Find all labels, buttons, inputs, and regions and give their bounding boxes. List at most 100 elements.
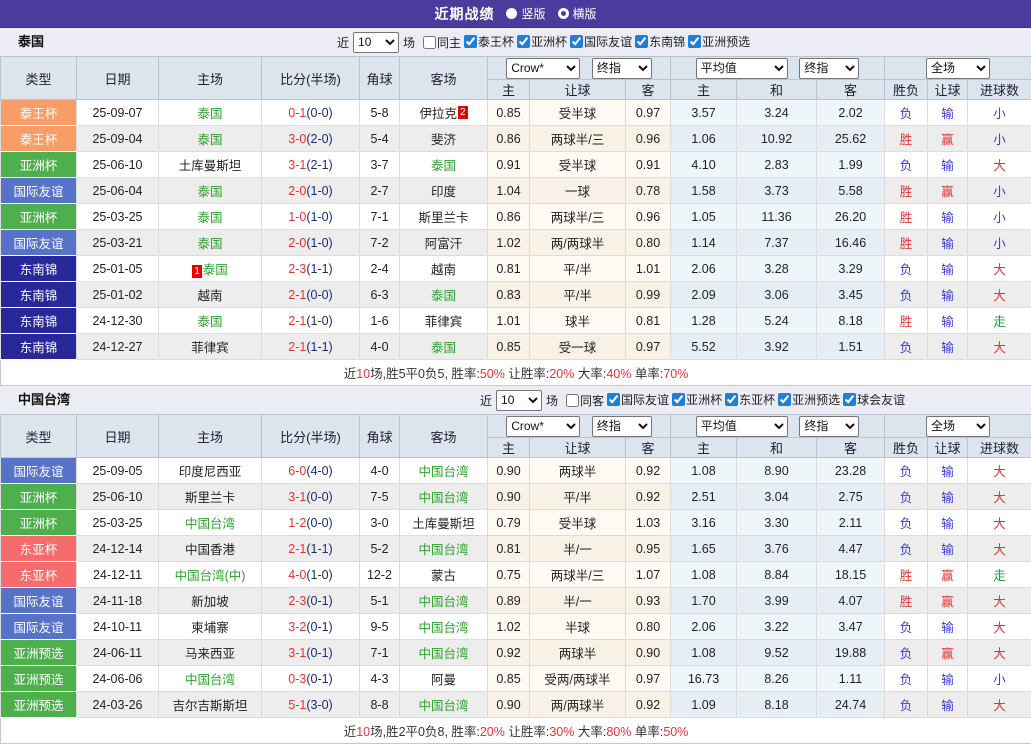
away-team: 泰国: [400, 152, 488, 178]
league-checkbox[interactable]: [843, 393, 856, 406]
league-checkbox[interactable]: [778, 393, 791, 406]
corner-cell: 7-1: [360, 204, 400, 230]
league-checkbox[interactable]: [688, 35, 701, 48]
odds-home-cell: 0.90: [488, 458, 530, 484]
odds-home-cell: 1.01: [488, 308, 530, 334]
result-wdl-cell: 胜: [885, 126, 928, 152]
away-team: 阿曼: [400, 666, 488, 692]
same-venue-checkbox[interactable]: [423, 36, 436, 49]
home-team: 泰国: [159, 178, 262, 204]
result-handicap-cell: 输: [928, 152, 968, 178]
avg-draw-cell: 3.28: [737, 256, 817, 282]
avg-draw-cell: 3.24: [737, 100, 817, 126]
match-date: 24-06-06: [77, 666, 159, 692]
result-wdl-cell: 胜: [885, 588, 928, 614]
table-row: 国际友谊25-09-05印度尼西亚6-0(4-0)4-0中国台湾0.90两球半0…: [1, 458, 1031, 484]
odds-provider-select[interactable]: Crow*: [506, 416, 580, 437]
summary-text: 近10场,胜2平0负8, 胜率:20% 让胜率:30% 大率:80% 单率:50…: [1, 718, 1031, 744]
col-date: 日期: [77, 57, 159, 100]
col-corner: 角球: [360, 415, 400, 458]
home-team: 1泰国: [159, 256, 262, 282]
score-cell: 3-1(0-0): [262, 484, 360, 510]
league-filter[interactable]: 国际友谊: [570, 33, 632, 50]
home-team: 中国台湾: [159, 510, 262, 536]
league-checkbox[interactable]: [607, 393, 620, 406]
odds-provider-select[interactable]: Crow*: [506, 58, 580, 79]
average-group-header: 平均值 终指: [671, 57, 885, 80]
match-type-badge: 亚洲预选: [1, 692, 77, 718]
league-filter[interactable]: 球会友谊: [843, 391, 905, 408]
avg-away-cell: 4.47: [817, 536, 885, 562]
league-checkbox[interactable]: [570, 35, 583, 48]
league-filter[interactable]: 泰王杯: [464, 33, 514, 50]
league-checkbox[interactable]: [725, 393, 738, 406]
odds-away-cell: 0.80: [626, 614, 671, 640]
average-group-header: 平均值 终指: [671, 415, 885, 438]
corner-cell: 8-8: [360, 692, 400, 718]
vertical-layout-radio[interactable]: 竖版: [506, 5, 545, 22]
avg-away-cell: 3.29: [817, 256, 885, 282]
odds-handicap-cell: 受半球: [530, 152, 626, 178]
league-label: 泰王杯: [478, 33, 514, 50]
result-handicap-cell: 输: [928, 692, 968, 718]
odds-home-cell: 0.86: [488, 204, 530, 230]
league-filter[interactable]: 亚洲预选: [688, 33, 750, 50]
match-scope-select[interactable]: 全场: [926, 58, 990, 79]
league-checkbox[interactable]: [517, 35, 530, 48]
odds-stage-select[interactable]: 终指: [592, 58, 652, 79]
corner-cell: 2-7: [360, 178, 400, 204]
match-type-badge: 东南锦: [1, 282, 77, 308]
average-select[interactable]: 平均值: [696, 416, 788, 437]
radio-unselected-icon: [558, 8, 569, 19]
avg-draw-cell: 5.24: [737, 308, 817, 334]
team-name: 中国台湾: [18, 386, 70, 414]
average-select[interactable]: 平均值: [696, 58, 788, 79]
summary-row: 近10场,胜2平0负8, 胜率:20% 让胜率:30% 大率:80% 单率:50…: [1, 718, 1031, 744]
page-header: 近期战绩 竖版 横版: [0, 0, 1031, 28]
result-goals-cell: 大: [968, 510, 1031, 536]
away-team: 中国台湾: [400, 588, 488, 614]
league-filter[interactable]: 亚洲杯: [517, 33, 567, 50]
result-wdl-cell: 胜: [885, 230, 928, 256]
avg-home-cell: 4.10: [671, 152, 737, 178]
home-team: 泰国: [159, 126, 262, 152]
average-stage-select[interactable]: 终指: [799, 416, 859, 437]
league-filter[interactable]: 亚洲杯: [672, 391, 722, 408]
same-venue-label: 同客: [580, 392, 604, 409]
match-scope-select[interactable]: 全场: [926, 416, 990, 437]
league-label: 亚洲杯: [686, 391, 722, 408]
average-stage-select[interactable]: 终指: [799, 58, 859, 79]
league-filter[interactable]: 东南锦: [635, 33, 685, 50]
league-filter[interactable]: 国际友谊: [607, 391, 669, 408]
league-checkbox[interactable]: [464, 35, 477, 48]
league-checkbox[interactable]: [672, 393, 685, 406]
avg-away-cell: 23.28: [817, 458, 885, 484]
same-venue-checkbox[interactable]: [566, 394, 579, 407]
match-type-badge: 国际友谊: [1, 230, 77, 256]
corner-cell: 4-0: [360, 334, 400, 360]
league-filter[interactable]: 亚洲预选: [778, 391, 840, 408]
league-filter[interactable]: 东亚杯: [725, 391, 775, 408]
league-checkbox[interactable]: [635, 35, 648, 48]
table-row: 国际友谊25-03-21泰国2-0(1-0)7-2阿富汗1.02两/两球半0.8…: [1, 230, 1031, 256]
result-handicap-cell: 输: [928, 204, 968, 230]
same-venue-filter[interactable]: 同客: [566, 392, 604, 409]
horizontal-layout-radio[interactable]: 横版: [558, 5, 597, 22]
table-row: 东南锦25-01-02越南2-1(0-0)6-3泰国0.83平/半0.992.0…: [1, 282, 1031, 308]
match-count-select[interactable]: 10: [353, 32, 399, 53]
home-team: 马来西亚: [159, 640, 262, 666]
avg-draw-cell: 9.52: [737, 640, 817, 666]
scope-group-header: 全场: [885, 57, 1031, 80]
match-type-badge: 亚洲杯: [1, 510, 77, 536]
avg-away-cell: 19.88: [817, 640, 885, 666]
home-team: 印度尼西亚: [159, 458, 262, 484]
table-row: 亚洲杯25-03-25中国台湾1-2(0-0)3-0土库曼斯坦0.79受半球1.…: [1, 510, 1031, 536]
odds-handicap-cell: 两/两球半: [530, 230, 626, 256]
same-venue-filter[interactable]: 同主: [423, 34, 461, 51]
avg-away-cell: 1.99: [817, 152, 885, 178]
score-cell: 2-0(1-0): [262, 178, 360, 204]
odds-stage-select[interactable]: 终指: [592, 416, 652, 437]
corner-cell: 9-5: [360, 614, 400, 640]
result-handicap-cell: 输: [928, 100, 968, 126]
match-count-select[interactable]: 10: [496, 390, 542, 411]
